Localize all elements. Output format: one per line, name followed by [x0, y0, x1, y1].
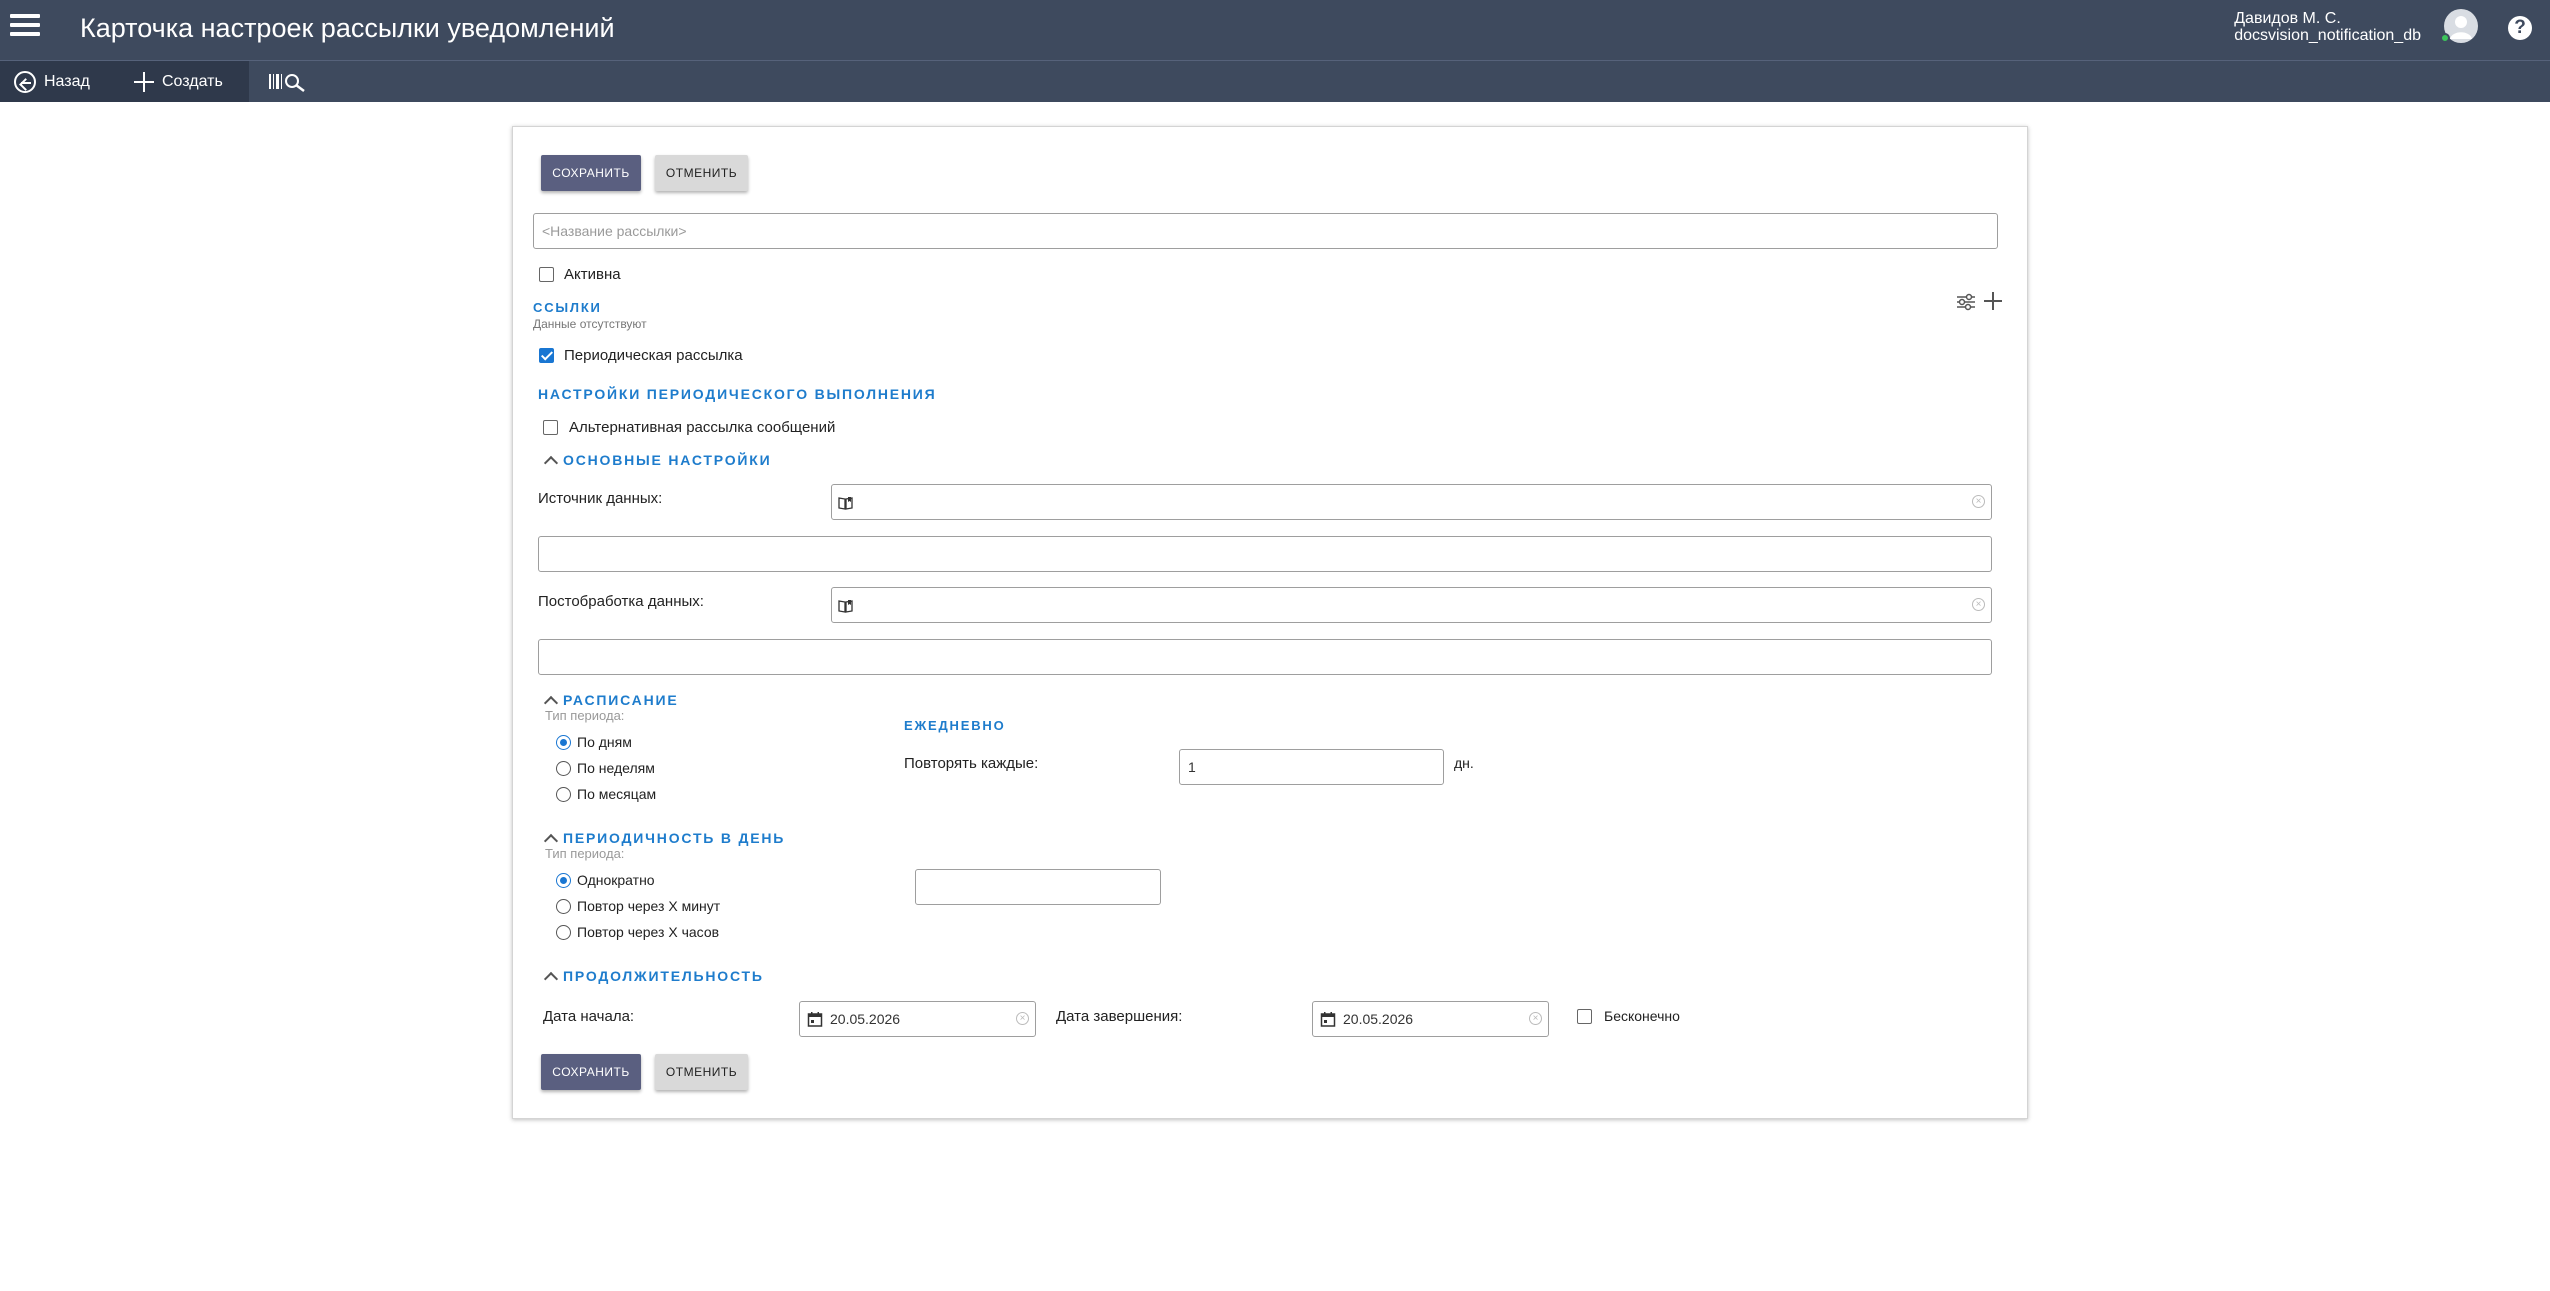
radio-by-weeks[interactable]: [556, 761, 571, 776]
end-date-label: Дата завершения:: [1056, 1008, 1183, 1025]
infinite-label: Бесконечно: [1604, 1008, 1680, 1024]
radio-every-x-hours[interactable]: [556, 925, 571, 940]
barcode-search-button[interactable]: [268, 61, 310, 102]
mailing-name-placeholder: <Название рассылки>: [542, 223, 687, 239]
radio-by-months[interactable]: [556, 787, 571, 802]
periodic-checkbox[interactable]: [539, 348, 554, 363]
menu-icon[interactable]: [10, 14, 40, 36]
radio-by-days[interactable]: [556, 735, 571, 750]
mailing-name-input[interactable]: <Название рассылки>: [533, 213, 1998, 249]
alt-mailing-label: Альтернативная рассылка сообщений: [569, 419, 836, 436]
book-icon[interactable]: [838, 599, 854, 613]
links-empty-text: Данные отсутствуют: [533, 317, 647, 331]
radio-once[interactable]: [556, 873, 571, 888]
start-date-value: 20.05.2026: [830, 1011, 901, 1027]
radio-once-label: Однократно: [577, 872, 655, 888]
schedule-period-type-label: Тип периода:: [545, 708, 625, 723]
filter-settings-icon[interactable]: [1956, 292, 1976, 312]
user-name: Давидов М. С.: [2234, 10, 2341, 27]
frequency-period-type-label: Тип периода:: [545, 846, 625, 861]
collapse-main-settings-icon[interactable]: [543, 455, 559, 471]
cancel-button[interactable]: ОТМЕНИТЬ: [655, 155, 748, 191]
book-icon[interactable]: [838, 496, 854, 510]
clear-start-date-icon[interactable]: ×: [1016, 1012, 1029, 1025]
main-settings-title[interactable]: ОСНОВНЫЕ НАСТРОЙКИ: [563, 452, 771, 468]
save-button[interactable]: СОХРАНИТЬ: [541, 155, 641, 191]
create-label: Создать: [162, 72, 223, 90]
postprocess-field[interactable]: [831, 587, 1992, 623]
add-link-icon[interactable]: [1982, 290, 2004, 312]
repeat-every-input[interactable]: 1: [1179, 749, 1444, 785]
schedule-title[interactable]: РАСПИСАНИЕ: [563, 692, 679, 708]
links-section-title: ССЫЛКИ: [533, 300, 602, 315]
radio-by-weeks-label: По неделям: [577, 760, 655, 776]
radio-every-x-minutes[interactable]: [556, 899, 571, 914]
clear-postprocess-icon[interactable]: ×: [1972, 598, 1985, 611]
end-date-input[interactable]: 20.05.2026: [1312, 1001, 1549, 1037]
radio-by-days-label: По дням: [577, 734, 632, 750]
repeat-every-label: Повторять каждые:: [904, 755, 1039, 772]
periodic-settings-title: НАСТРОЙКИ ПЕРИОДИЧЕСКОГО ВЫПОЛНЕНИЯ: [538, 386, 937, 402]
repeat-every-value: 1: [1188, 759, 1196, 775]
notification-settings-card: СОХРАНИТЬ ОТМЕНИТЬ <Название рассылки> А…: [512, 126, 2028, 1119]
duration-title[interactable]: ПРОДОЛЖИТЕЛЬНОСТЬ: [563, 968, 764, 984]
alt-mailing-checkbox[interactable]: [543, 420, 558, 435]
user-info[interactable]: Давидов М. С. docsvision_notification_db: [2234, 10, 2421, 44]
clear-data-source-icon[interactable]: ×: [1972, 495, 1985, 508]
end-date-value: 20.05.2026: [1343, 1011, 1414, 1027]
data-source-label: Источник данных:: [538, 490, 663, 507]
postprocess-extra-input[interactable]: [538, 639, 1992, 675]
back-button[interactable]: Назад: [14, 61, 90, 102]
plus-icon: [134, 71, 154, 92]
back-label: Назад: [44, 72, 90, 90]
start-date-label: Дата начала:: [543, 1008, 635, 1025]
repeat-unit-label: дн.: [1454, 755, 1474, 771]
data-source-extra-input[interactable]: [538, 536, 1992, 572]
barcode-search-icon: [269, 73, 305, 92]
active-label: Активна: [564, 266, 621, 283]
postprocess-label: Постобработка данных:: [538, 593, 704, 610]
app-header: Карточка настроек рассылки уведомлений Д…: [0, 0, 2550, 60]
start-date-input[interactable]: 20.05.2026: [799, 1001, 1036, 1037]
once-time-input[interactable]: [915, 869, 1161, 905]
database-name: docsvision_notification_db: [2234, 27, 2421, 44]
radio-by-months-label: По месяцам: [577, 786, 657, 802]
calendar-icon[interactable]: [1320, 1011, 1336, 1027]
save-button-bottom[interactable]: СОХРАНИТЬ: [541, 1054, 641, 1090]
collapse-duration-icon[interactable]: [543, 971, 559, 987]
calendar-icon[interactable]: [807, 1011, 823, 1027]
create-button[interactable]: Создать: [134, 61, 223, 102]
online-status-icon: [2440, 33, 2450, 43]
help-icon[interactable]: ?: [2508, 16, 2532, 40]
back-arrow-icon: [14, 70, 36, 93]
data-source-field[interactable]: [831, 484, 1992, 520]
daily-frequency-title[interactable]: ПЕРИОДИЧНОСТЬ В ДЕНЬ: [563, 830, 785, 846]
page-title: Карточка настроек рассылки уведомлений: [80, 13, 615, 43]
cancel-button-bottom[interactable]: ОТМЕНИТЬ: [655, 1054, 748, 1090]
radio-every-x-hours-label: Повтор через Х часов: [577, 924, 720, 940]
radio-every-x-minutes-label: Повтор через Х минут: [577, 898, 721, 914]
toolbar: Назад Создать: [0, 60, 2550, 102]
daily-title: ЕЖЕДНЕВНО: [904, 718, 1006, 733]
periodic-label: Периодическая рассылка: [564, 347, 743, 364]
infinite-checkbox[interactable]: [1577, 1009, 1592, 1024]
clear-end-date-icon[interactable]: ×: [1529, 1012, 1542, 1025]
active-checkbox[interactable]: [539, 267, 554, 282]
